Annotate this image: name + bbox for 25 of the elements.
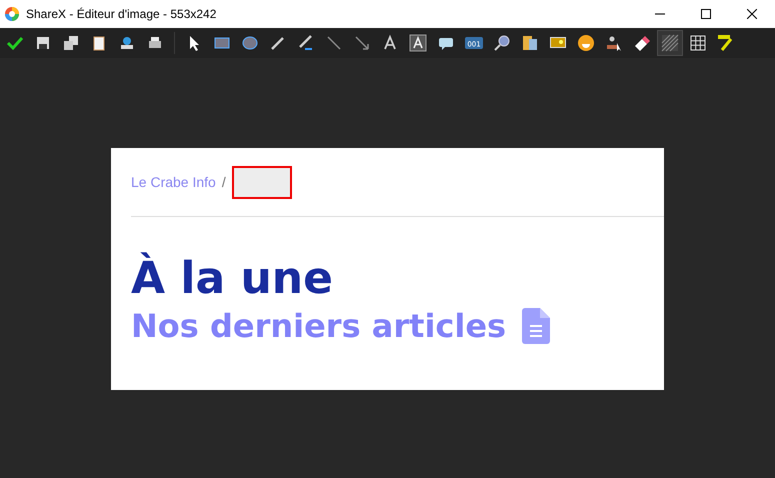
laughing-face-icon	[577, 34, 595, 52]
folder-pages-icon	[521, 34, 539, 52]
checkmark-icon	[6, 34, 24, 52]
floppy-disks-icon	[62, 34, 80, 52]
letter-box-icon	[409, 34, 427, 52]
ellipse-icon	[241, 34, 259, 52]
window-title: ShareX - Éditeur d'image - 553x242	[26, 7, 218, 21]
maximize-icon	[701, 9, 711, 19]
highlighter-icon	[717, 34, 735, 52]
breadcrumb-link[interactable]: Le Crabe Info	[131, 174, 216, 190]
grid-icon	[689, 34, 707, 52]
close-icon	[747, 9, 757, 19]
stamp-cursor-icon	[605, 34, 623, 52]
magnifier-icon	[493, 34, 511, 52]
section-heading: Nos derniers articles	[131, 307, 506, 345]
globe-tray-icon	[118, 34, 136, 52]
breadcrumb-separator: /	[222, 174, 226, 190]
arrow-icon	[353, 34, 371, 52]
hatched-square-icon	[661, 34, 679, 52]
document-icon	[522, 308, 550, 344]
line-icon	[325, 34, 343, 52]
redaction-box	[232, 166, 292, 198]
pencil-icon	[269, 34, 287, 52]
app-logo-icon	[4, 6, 20, 22]
eraser-icon	[633, 34, 651, 52]
